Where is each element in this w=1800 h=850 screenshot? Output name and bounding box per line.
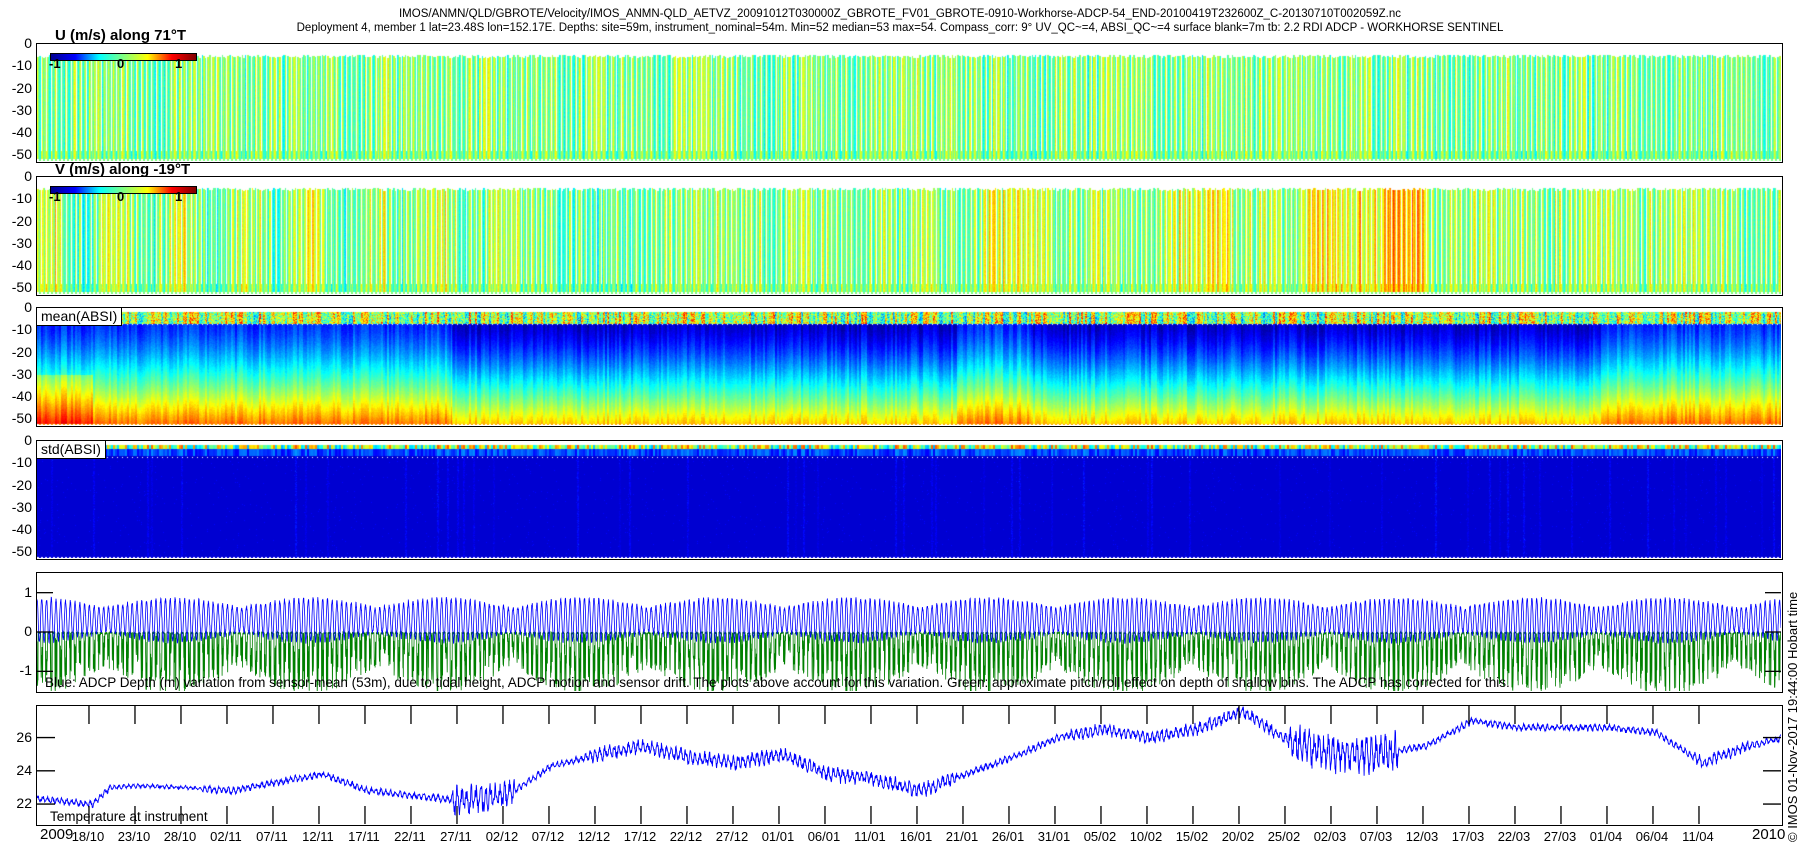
y-tick-label: -50	[11, 146, 32, 163]
depth-variation-panel: Blue: ADCP Depth (m) variation from sens…	[36, 572, 1783, 693]
temperature-line	[37, 706, 1781, 816]
y-tick-label: -10	[11, 321, 32, 338]
x-tick-label: 01/04	[1589, 829, 1623, 844]
figure-title-line1: IMOS/ANMN/QLD/GBROTE/Velocity/IMOS_ANMN-…	[398, 8, 1401, 20]
start-year-label: 2009	[40, 826, 74, 843]
u-colorbar-tick: 1	[175, 56, 183, 71]
y-tick-label: -50	[11, 410, 32, 427]
v-colorbar-tick: -1	[49, 189, 61, 204]
x-tick-label: 27/11	[440, 829, 472, 844]
x-tick-label: 18/10	[71, 829, 105, 844]
u-velocity-heatmap-panel: -1 0 1	[36, 43, 1783, 163]
credit-text: © IMOS 01-Nov-2017 19:44:00 Hobart time	[1785, 591, 1800, 842]
y-tick-label: 24	[16, 761, 32, 778]
x-tick-label: 12/12	[577, 829, 611, 844]
y-tick-label: -50	[11, 543, 32, 560]
x-tick-label: 17/11	[348, 829, 380, 844]
end-year-label: 2010	[1752, 826, 1786, 843]
y-tick-label: 0	[24, 432, 32, 448]
x-tick-label: 05/02	[1083, 829, 1117, 844]
x-tick-label: 22/11	[394, 829, 426, 844]
u-colorbar-tick: -1	[49, 56, 61, 71]
x-tick-label: 22/03	[1497, 829, 1531, 844]
x-tick-label: 06/01	[807, 829, 841, 844]
temperature-panel: Temperature at instrument	[36, 705, 1783, 826]
y-tick-label: -30	[11, 365, 32, 382]
x-tick-label: 02/11	[210, 829, 242, 844]
x-tick-label: 16/01	[899, 829, 933, 844]
mean-absi-label: mean(ABSI)	[37, 308, 123, 326]
x-tick-label: 12/11	[302, 829, 334, 844]
x-tick-label: 02/03	[1313, 829, 1347, 844]
v-velocity-heatmap	[37, 177, 1781, 294]
x-tick-label: 02/12	[485, 829, 519, 844]
v-colorbar-tick: 0	[117, 189, 125, 204]
y-tick-label: -40	[11, 388, 32, 405]
x-tick-label: 23/10	[117, 829, 151, 844]
y-tick-label: -20	[11, 476, 32, 493]
u-colorbar-tick: 0	[117, 56, 125, 71]
x-tick-label: 20/02	[1221, 829, 1255, 844]
y-tick-label: 0	[24, 299, 32, 315]
y-tick-label: -1	[19, 662, 32, 679]
std-absi-label: std(ABSI)	[37, 441, 106, 459]
y-tick-label: -30	[11, 498, 32, 515]
x-tick-label: 21/01	[945, 829, 979, 844]
x-tick-label: 12/03	[1405, 829, 1439, 844]
x-tick-label: 17/03	[1451, 829, 1485, 844]
x-tick-label: 27/03	[1543, 829, 1577, 844]
x-tick-label: 25/02	[1267, 829, 1301, 844]
x-tick-label: 11/04	[1682, 829, 1714, 844]
x-tick-label: 07/11	[256, 829, 288, 844]
v-colorbar-tick: 1	[175, 189, 183, 204]
y-tick-label: -30	[11, 101, 32, 118]
y-tick-label: -20	[11, 343, 32, 360]
y-tick-label: -40	[11, 124, 32, 141]
y-tick-label: -20	[11, 212, 32, 229]
y-tick-label: -50	[11, 279, 32, 296]
depth-variation-plot	[37, 592, 1781, 691]
y-tick-label: 26	[16, 728, 32, 745]
x-tick-label: 11/01	[854, 829, 886, 844]
v-velocity-heatmap-panel: -1 0 1	[36, 176, 1783, 296]
x-tick-label: 17/12	[623, 829, 657, 844]
y-tick-label: 22	[16, 795, 32, 812]
x-tick-label: 28/10	[163, 829, 197, 844]
y-tick-label: -40	[11, 521, 32, 538]
figure-title-line2: Deployment 4, member 1 lat=23.48S lon=15…	[296, 22, 1504, 34]
y-tick-label: 0	[24, 35, 32, 51]
x-tick-label: 26/01	[991, 829, 1025, 844]
y-tick-label: -10	[11, 190, 32, 207]
y-tick-label: -10	[11, 57, 32, 74]
y-tick-label: 1	[24, 583, 32, 600]
y-tick-label: 0	[24, 168, 32, 184]
u-velocity-heatmap	[37, 44, 1781, 161]
y-tick-label: -10	[11, 454, 32, 471]
x-tick-label: 22/12	[669, 829, 703, 844]
temperature-plot	[37, 706, 1781, 824]
std-absi-heatmap-panel: std(ABSI)	[36, 440, 1783, 560]
x-tick-label: 31/01	[1037, 829, 1071, 844]
mean-absi-heatmap	[37, 308, 1781, 425]
x-tick-label: 06/04	[1635, 829, 1669, 844]
x-tick-label: 10/02	[1129, 829, 1163, 844]
y-tick-label: -20	[11, 79, 32, 96]
x-tick-label: 01/01	[761, 829, 795, 844]
y-tick-label: -30	[11, 234, 32, 251]
y-tick-label: 0	[24, 623, 32, 639]
x-tick-label: 07/03	[1359, 829, 1393, 844]
x-tick-label: 15/02	[1175, 829, 1209, 844]
mean-absi-heatmap-panel: mean(ABSI)	[36, 307, 1783, 427]
temperature-label: Temperature at instrument	[50, 809, 208, 824]
depth-variation-caption: Blue: ADCP Depth (m) variation from sens…	[45, 675, 1510, 690]
x-tick-label: 07/12	[531, 829, 565, 844]
x-tick-label: 27/12	[715, 829, 749, 844]
y-tick-label: -40	[11, 257, 32, 274]
std-absi-heatmap	[37, 441, 1781, 558]
u-panel-title: U (m/s) along 71°T	[55, 27, 187, 44]
